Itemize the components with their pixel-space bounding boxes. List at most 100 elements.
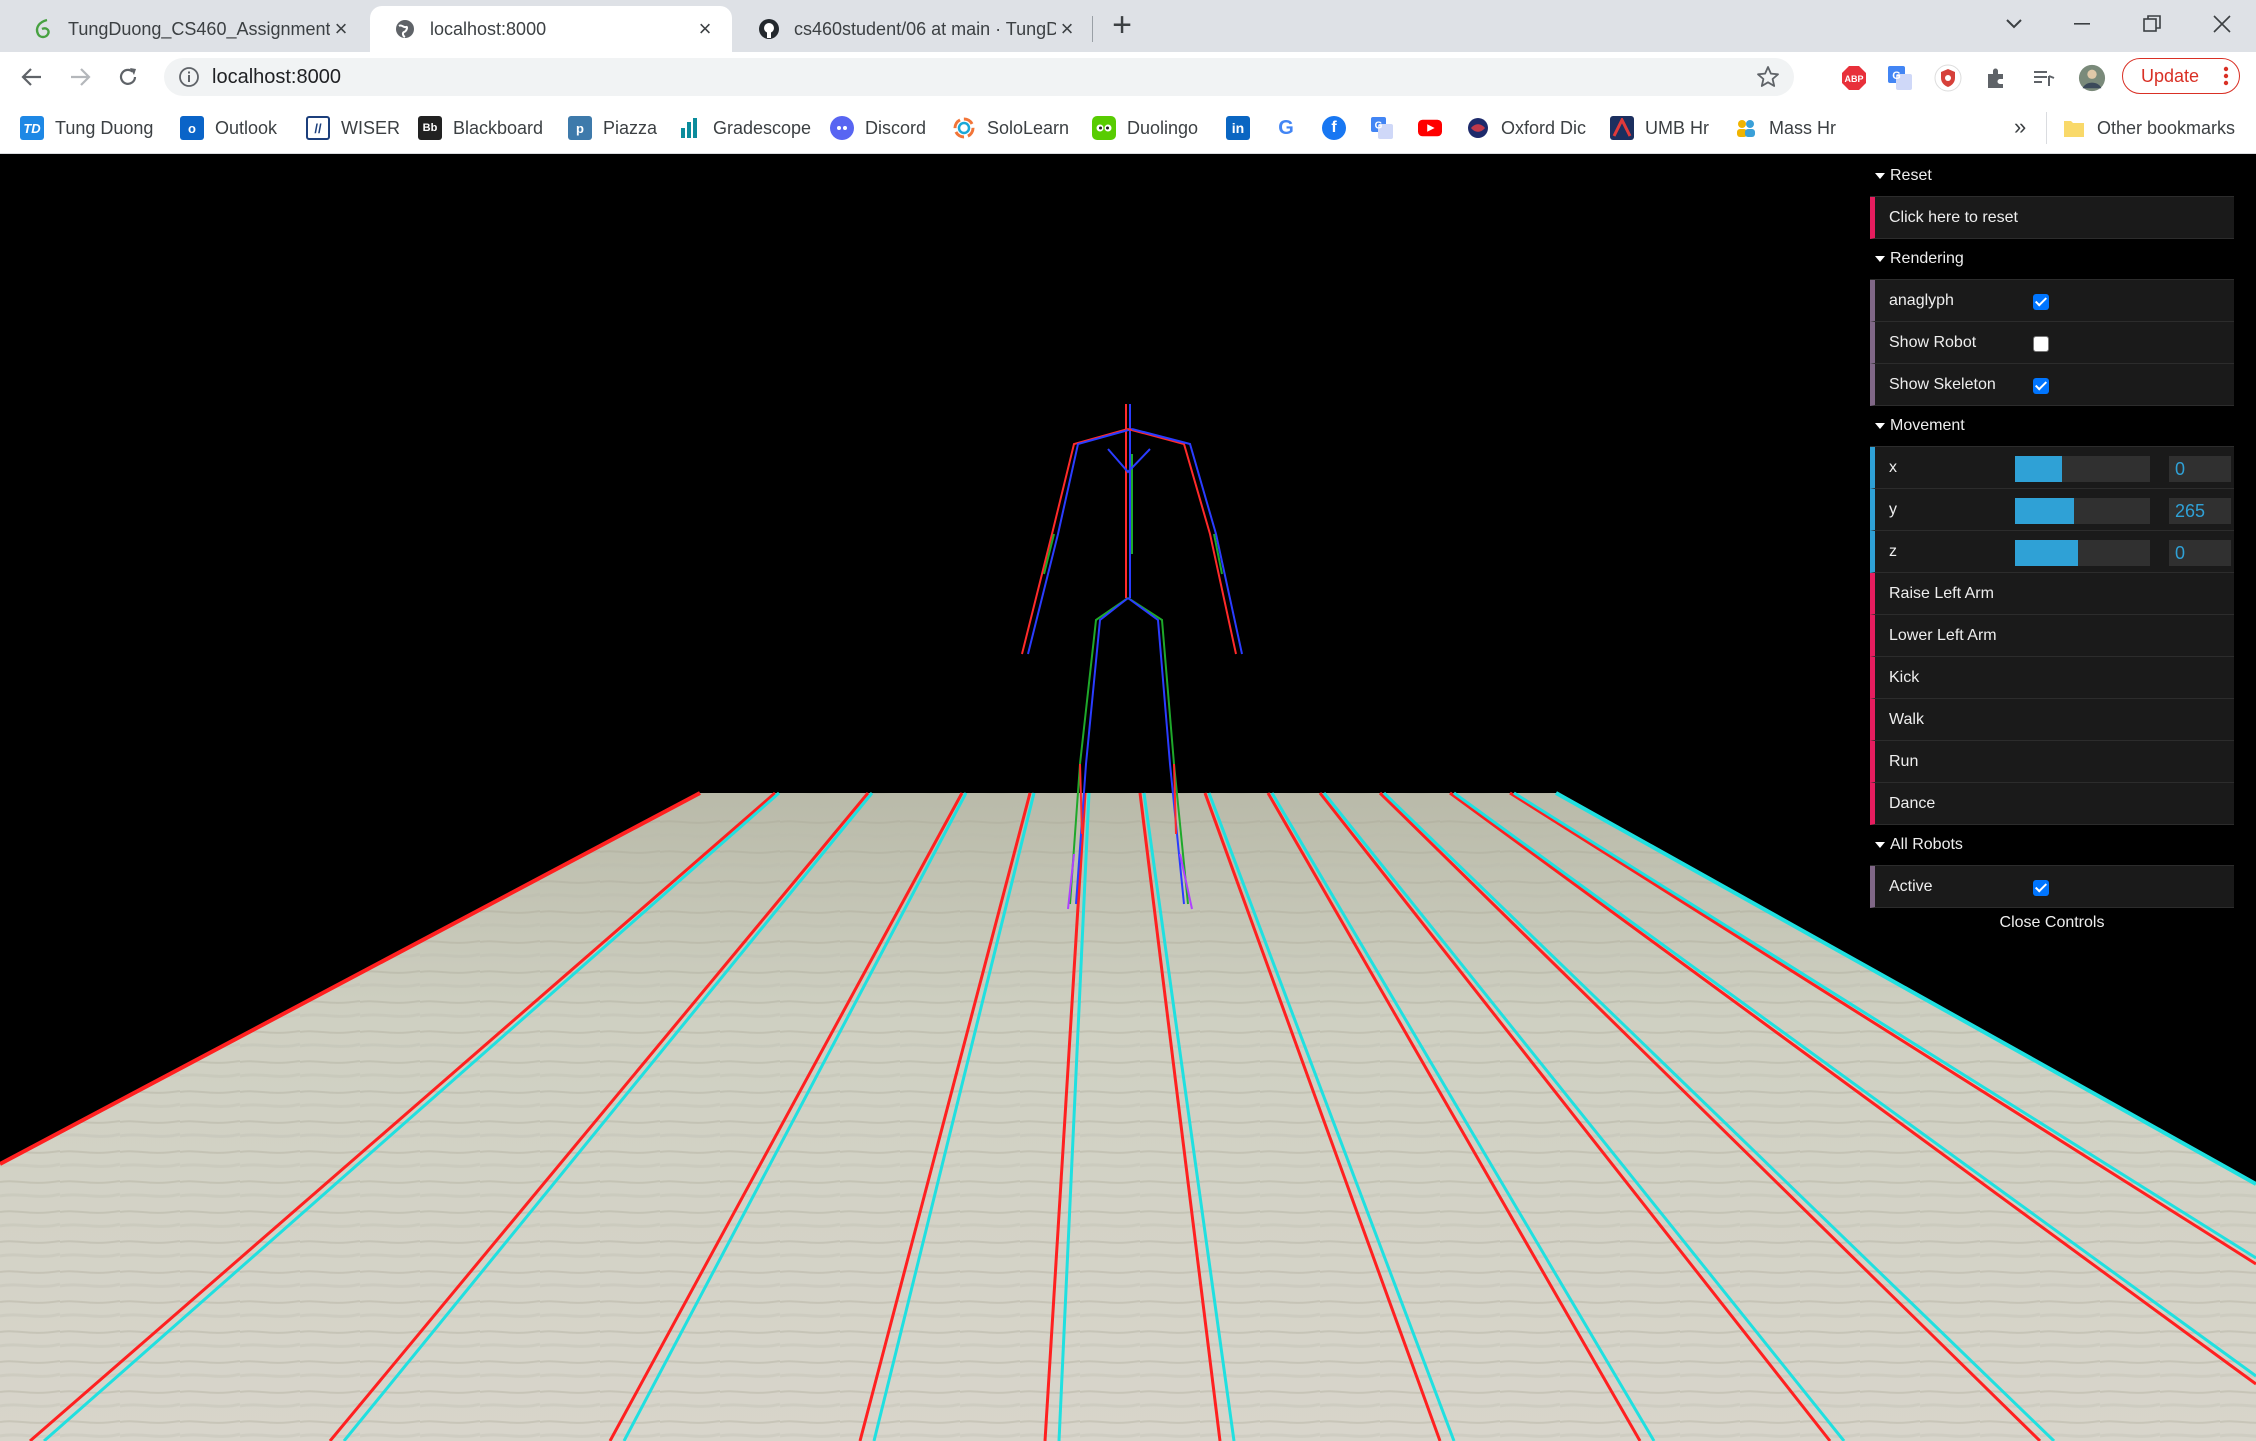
google-translate-icon: G (1370, 116, 1394, 140)
reset-button[interactable]: Click here to reset (1870, 197, 2234, 239)
bookmark-facebook[interactable]: f (1322, 114, 1346, 142)
linkedin-icon: in (1226, 116, 1250, 140)
reload-icon[interactable] (110, 59, 146, 95)
bookmark-tung-duong[interactable]: TD Tung Duong (20, 114, 153, 142)
translate-extension-icon[interactable]: G (1886, 64, 1914, 92)
piazza-icon: p (568, 116, 592, 140)
svg-text:G: G (1892, 70, 1901, 82)
anaglyph-toggle-row: anaglyph (1870, 280, 2234, 322)
overleaf-icon (32, 18, 54, 40)
caret-down-icon (1875, 173, 1885, 179)
bookmark-oxford-dic[interactable]: Oxford Dic (1466, 114, 1586, 142)
more-bookmarks-icon[interactable]: » (2014, 114, 2026, 140)
folder-icon (2062, 116, 2086, 140)
close-tab-icon[interactable]: × (1056, 18, 1078, 40)
address-bar[interactable]: localhost:8000 (164, 58, 1794, 96)
bookmark-discord[interactable]: Discord (830, 114, 926, 142)
z-value-input[interactable]: 0 (2169, 540, 2231, 566)
forward-icon[interactable] (62, 59, 98, 95)
lower-left-arm-button[interactable]: Lower Left Arm (1870, 615, 2234, 657)
blackboard-icon: Bb (418, 116, 442, 140)
anaglyph-checkbox[interactable] (2033, 294, 2049, 310)
x-slider[interactable] (2015, 456, 2150, 482)
folder-all-robots[interactable]: All Robots (1870, 825, 2234, 866)
tab-title: TungDuong_CS460_Assignment_ (68, 18, 330, 39)
oxford-icon (1466, 116, 1490, 140)
minimize-icon[interactable] (2054, 4, 2110, 44)
bookmark-umb-hr[interactable]: UMB Hr (1610, 114, 1709, 142)
shield-extension-icon[interactable] (1934, 64, 1962, 92)
discord-icon (830, 116, 854, 140)
tab-localhost[interactable]: localhost:8000 × (370, 6, 732, 52)
tab-title: cs460student/06 at main · TungD (794, 18, 1056, 39)
new-tab-button[interactable]: + (1104, 8, 1140, 44)
active-row: Active (1870, 866, 2234, 908)
bookmark-youtube[interactable] (1418, 114, 1442, 142)
bookmark-wiser[interactable]: // WISER (306, 114, 400, 142)
browser-toolbar: localhost:8000 ABP G Update (0, 52, 2256, 102)
info-icon[interactable] (178, 66, 200, 88)
bookmark-divider (2046, 112, 2047, 144)
show-robot-row: Show Robot (1870, 322, 2234, 364)
close-controls-button[interactable]: Close Controls (1870, 908, 2234, 938)
sololearn-icon (952, 116, 976, 140)
y-value-input[interactable]: 265 (2169, 498, 2231, 524)
close-window-icon[interactable] (2194, 4, 2250, 44)
restore-icon[interactable] (2124, 4, 2180, 44)
walk-button[interactable]: Walk (1870, 699, 2234, 741)
y-slider[interactable] (2015, 498, 2150, 524)
caret-down-icon (1875, 423, 1885, 429)
bookmark-duolingo[interactable]: Duolingo (1092, 114, 1198, 142)
td-icon: TD (20, 116, 44, 140)
close-tab-icon[interactable]: × (330, 18, 352, 40)
bookmark-sololearn[interactable]: SoloLearn (952, 114, 1069, 142)
svg-text:ABP: ABP (1844, 74, 1863, 84)
bookmark-linkedin[interactable]: in (1226, 114, 1250, 142)
z-slider[interactable] (2015, 540, 2150, 566)
folder-movement[interactable]: Movement (1870, 406, 2234, 447)
bookmarks-bar: TD Tung Duong o Outlook // WISER Bb Blac… (0, 102, 2256, 154)
caret-down-icon (1875, 842, 1885, 848)
bookmark-google-translate[interactable]: G (1370, 114, 1394, 142)
umb-icon (1610, 116, 1634, 140)
google-icon: G (1278, 116, 1294, 139)
bookmark-mass-hr[interactable]: Mass Hr (1734, 114, 1836, 142)
reading-list-icon[interactable] (2030, 64, 2058, 92)
bookmark-piazza[interactable]: p Piazza (568, 114, 657, 142)
url-text[interactable]: localhost:8000 (212, 66, 341, 89)
show-skeleton-row: Show Skeleton (1870, 364, 2234, 406)
profile-avatar-icon[interactable] (2078, 64, 2106, 92)
bookmark-gradescope[interactable]: Gradescope (678, 114, 811, 142)
menu-dots-icon (2223, 66, 2229, 86)
bookmark-outlook[interactable]: o Outlook (180, 114, 277, 142)
wiser-icon: // (306, 116, 330, 140)
slider-row-y: y 265 (1870, 489, 2234, 531)
kick-button[interactable]: Kick (1870, 657, 2234, 699)
raise-left-arm-button[interactable]: Raise Left Arm (1870, 573, 2234, 615)
show-robot-checkbox[interactable] (2033, 336, 2049, 352)
close-tab-icon[interactable]: × (694, 18, 716, 40)
caret-down-icon (1875, 256, 1885, 262)
other-bookmarks[interactable]: Other bookmarks (2062, 114, 2235, 142)
x-value-input[interactable]: 0 (2169, 456, 2231, 482)
tab-github[interactable]: cs460student/06 at main · TungD × (734, 6, 1094, 52)
folder-rendering[interactable]: Rendering (1870, 239, 2234, 280)
bookmark-google[interactable]: G (1274, 114, 1298, 142)
outlook-icon: o (180, 116, 204, 140)
back-icon[interactable] (14, 59, 50, 95)
puzzle-extensions-icon[interactable] (1982, 64, 2010, 92)
tab-overleaf[interactable]: TungDuong_CS460_Assignment_ × (8, 6, 368, 52)
folder-reset[interactable]: Reset (1870, 156, 2234, 197)
bookmark-blackboard[interactable]: Bb Blackboard (418, 114, 543, 142)
bookmark-star-icon[interactable] (1756, 65, 1780, 89)
run-button[interactable]: Run (1870, 741, 2234, 783)
show-skeleton-checkbox[interactable] (2033, 378, 2049, 394)
tab-search-icon[interactable] (1986, 4, 2042, 44)
duolingo-icon (1092, 116, 1116, 140)
update-button[interactable]: Update (2122, 58, 2240, 94)
active-checkbox[interactable] (2033, 880, 2049, 896)
adblock-icon[interactable]: ABP (1840, 64, 1868, 92)
dance-button[interactable]: Dance (1870, 783, 2234, 825)
mass-icon (1734, 116, 1758, 140)
facebook-icon: f (1322, 116, 1346, 140)
